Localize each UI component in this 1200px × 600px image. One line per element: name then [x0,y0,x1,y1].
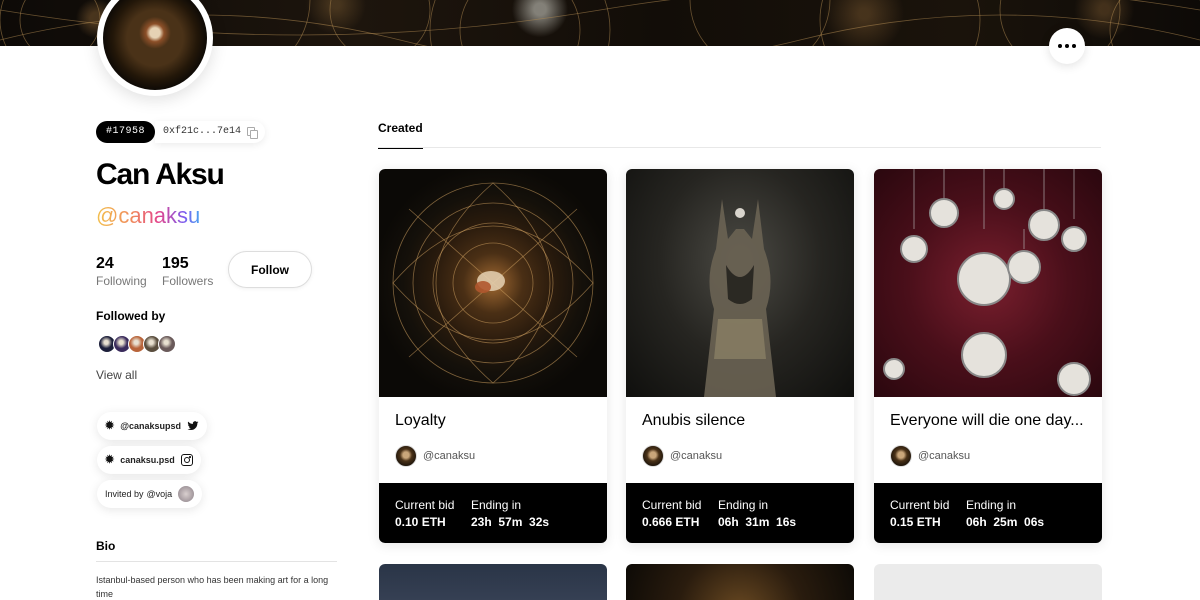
creator-avatar [890,445,912,467]
ending-in-value: 06h 25m 06s [966,515,1045,529]
current-bid-value: 0.10 ETH [395,515,446,529]
more-dot-icon [1065,44,1069,48]
following-stat[interactable]: 24 Following [96,255,147,288]
nft-artwork [626,169,854,397]
wallet-address[interactable]: 0xf21c...7e14 [155,121,265,143]
wallet-address-text: 0xf21c...7e14 [163,126,242,137]
bio-divider [96,561,337,562]
gear-icon: ✹ [105,453,115,466]
creator-handle: @canaksu [670,450,723,462]
invited-by-link[interactable]: Invited by @voja [97,480,203,508]
nft-card-partial[interactable] [626,564,854,600]
more-dot-icon [1072,44,1076,48]
current-bid: Current bid 0.10 ETH [395,498,454,529]
nft-artwork [874,169,1102,397]
invited-by-handle: @voja [146,489,173,499]
nft-creator[interactable]: @canaksu [890,445,970,467]
nft-title: Loyalty [395,412,446,429]
nft-creator[interactable]: @canaksu [642,445,722,467]
follower-avatar[interactable] [158,335,176,353]
ending-in: Ending in 06h 25m 06s [966,498,1044,529]
follow-button[interactable]: Follow [228,251,312,288]
current-bid-value: 0.666 ETH [642,515,700,529]
id-row: #17958 0xf21c...7e14 [96,121,265,143]
nft-card[interactable]: Everyone will die one day... @canaksu Cu… [874,169,1102,543]
following-count: 24 [96,255,114,272]
gear-icon: ✹ [105,419,115,432]
invited-by-prefix: Invited by [105,489,144,499]
more-options-button[interactable] [1049,28,1085,64]
ending-in-value: 06h 31m 16s [718,515,797,529]
bio-title: Bio [96,539,116,553]
creator-handle: @canaksu [918,450,971,462]
ending-in: Ending in 06h 31m 16s [718,498,796,529]
followers-count: 195 [162,255,189,272]
current-bid-label: Current bid [642,498,702,512]
ending-in-label: Ending in [471,498,522,512]
instagram-link[interactable]: ✹ canaksu.psd [97,446,201,474]
current-bid: Current bid 0.666 ETH [642,498,701,529]
ending-in-label: Ending in [966,498,1017,512]
ending-in-value: 23h 57m 32s [471,515,550,529]
current-bid-value: 0.15 ETH [890,515,941,529]
current-bid-label: Current bid [890,498,950,512]
twitter-handle: @canaksupsd [120,421,182,431]
tabs-divider [378,147,1101,148]
nft-card[interactable]: Loyalty @canaksu Current bid 0.10 ETH En… [379,169,607,543]
profile-handle: @canaksu [96,203,201,228]
more-dot-icon [1058,44,1062,48]
instagram-icon [180,454,193,466]
current-bid-label: Current bid [395,498,455,512]
profile-name: Can Aksu [96,158,225,191]
following-label: Following [96,274,147,288]
current-bid: Current bid 0.15 ETH [890,498,949,529]
view-all-link[interactable]: View all [96,368,137,382]
nft-auction-footer: Current bid 0.10 ETH Ending in 23h 57m 3… [379,483,607,543]
creator-avatar [642,445,664,467]
profile-avatar [97,0,213,96]
nft-card[interactable]: Anubis silence @canaksu Current bid 0.66… [626,169,854,543]
copy-icon[interactable] [247,126,259,139]
instagram-handle: canaksu.psd [120,455,175,465]
profile-avatar-image [103,0,207,90]
inviter-avatar [178,486,195,502]
id-badge: #17958 [96,121,156,143]
creator-avatar [395,445,417,467]
nft-card-partial[interactable] [874,564,1102,600]
bio-text: Istanbul-based person who has been makin… [96,575,329,599]
nft-title: Everyone will die one day... [890,412,1084,429]
creator-handle: @canaksu [423,450,476,462]
twitter-link[interactable]: ✹ @canaksupsd [97,412,208,440]
followers-stat[interactable]: 195 Followers [162,255,213,288]
followed-by-title: Followed by [96,309,166,323]
nft-card-partial[interactable] [379,564,607,600]
nft-artwork [379,169,607,397]
ending-in: Ending in 23h 57m 32s [471,498,549,529]
twitter-icon [187,421,199,431]
nft-title: Anubis silence [642,412,746,429]
nft-auction-footer: Current bid 0.15 ETH Ending in 06h 25m 0… [874,483,1102,543]
followed-by-avatars [98,335,176,353]
ending-in-label: Ending in [718,498,769,512]
nft-creator[interactable]: @canaksu [395,445,475,467]
nft-auction-footer: Current bid 0.666 ETH Ending in 06h 31m … [626,483,854,543]
followers-label: Followers [162,274,214,288]
tab-created[interactable]: Created [378,121,423,149]
